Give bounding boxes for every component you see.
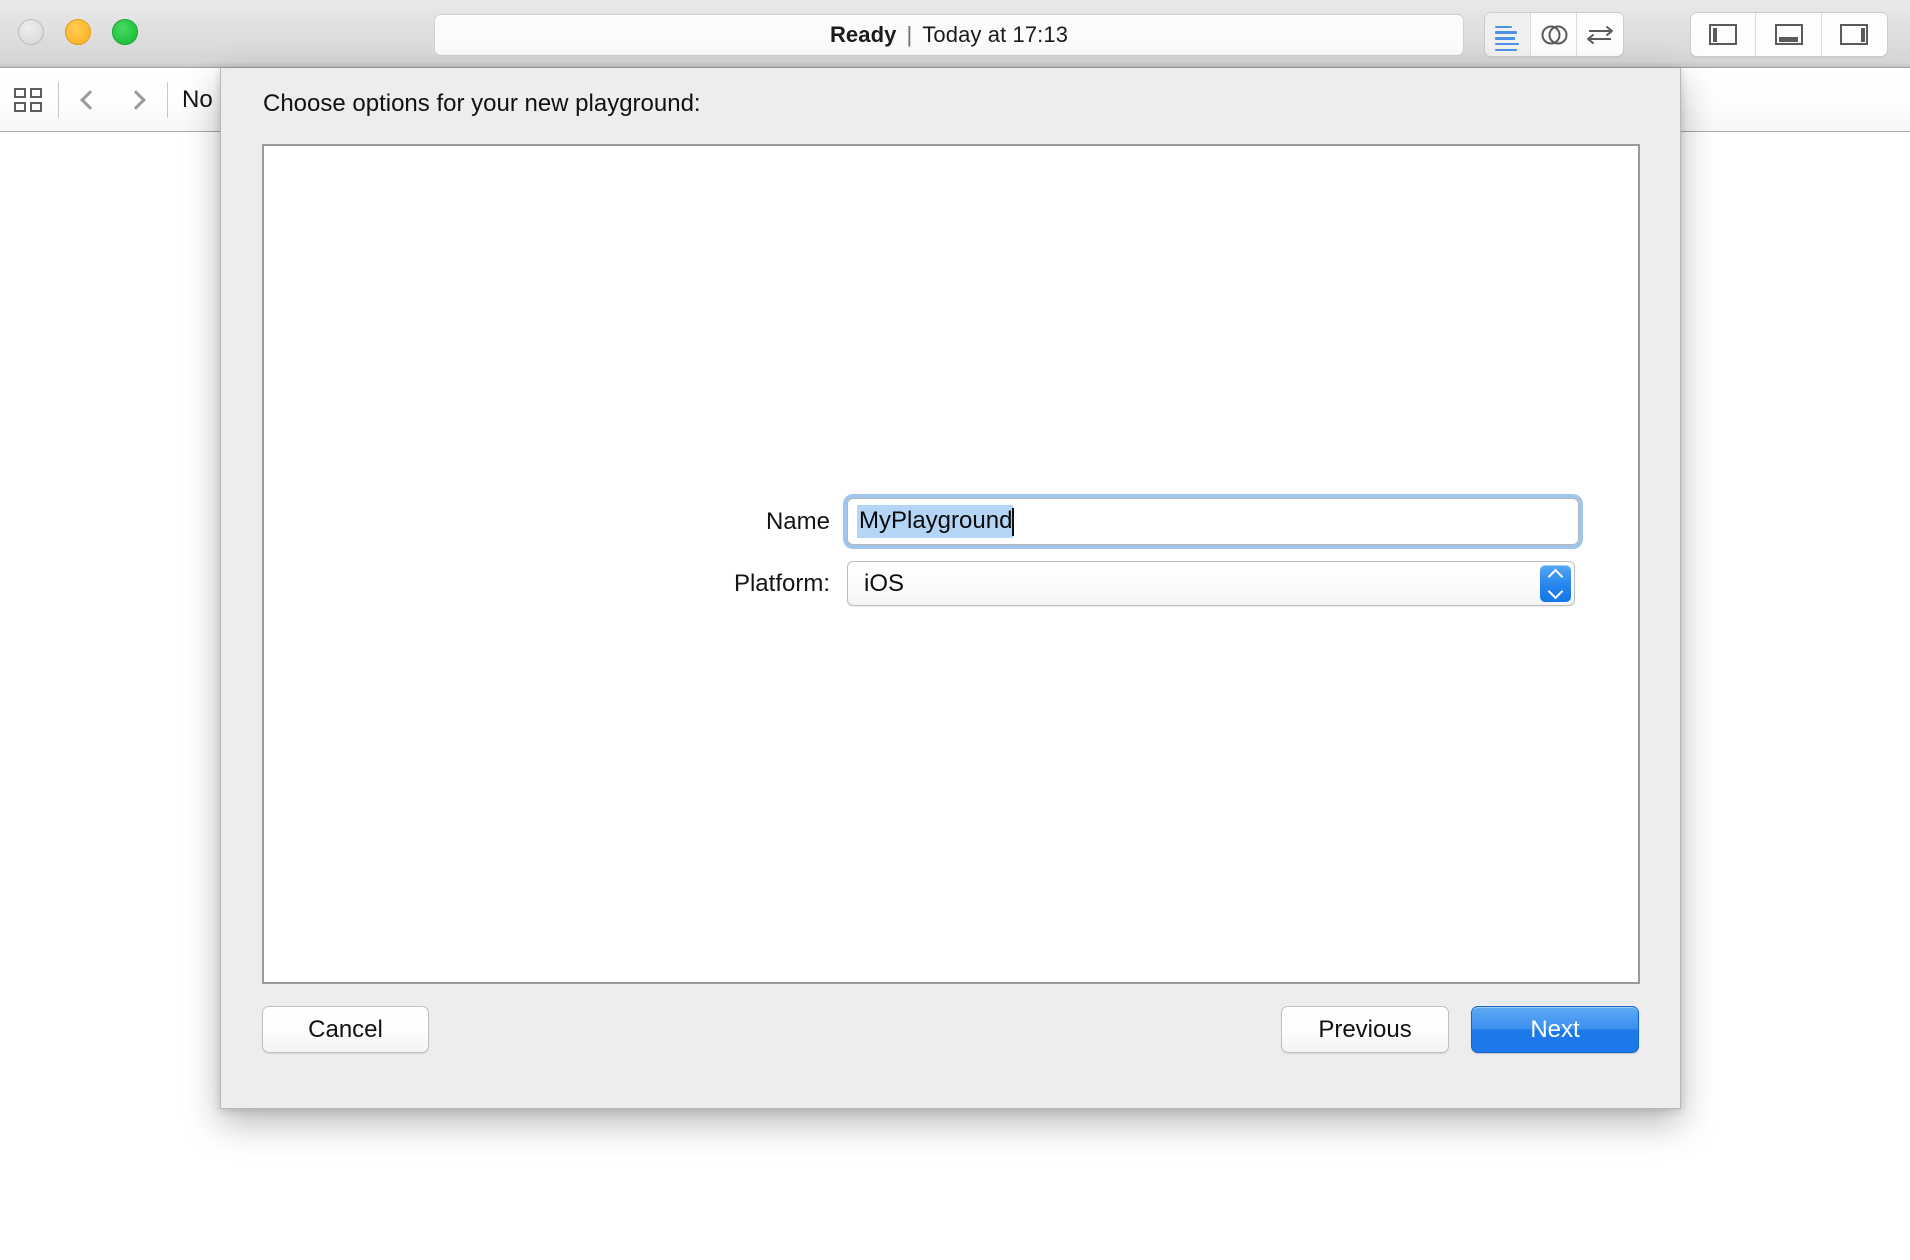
utilities-toggle-button[interactable] [1822, 13, 1887, 56]
previous-button[interactable]: Previous [1281, 1006, 1449, 1053]
status-separator: | [906, 22, 913, 47]
cancel-button[interactable]: Cancel [262, 1006, 429, 1053]
editor-mode-segmented-control [1484, 12, 1624, 57]
sheet-title: Choose options for your new playground: [263, 90, 701, 117]
version-editor-icon [1586, 25, 1613, 44]
navigator-toggle-icon [1709, 24, 1738, 45]
window-titlebar: Ready | Today at 17:13 [0, 0, 1910, 68]
navigate-forward-button[interactable] [113, 90, 159, 110]
app-window: Ready | Today at 17:13 No Choose options… [0, 0, 1910, 1260]
activity-status-view: Ready | Today at 17:13 [434, 14, 1464, 56]
sheet-content-area: Name MyPlayground Platform: iOS [262, 144, 1640, 984]
name-input[interactable]: MyPlayground [847, 498, 1579, 545]
new-playground-sheet: Choose options for your new playground: … [220, 68, 1681, 1109]
name-input-value: MyPlayground [857, 505, 1014, 538]
standard-editor-icon [1494, 25, 1521, 52]
platform-label: Platform: [733, 569, 830, 597]
chevron-updown-icon[interactable] [1540, 565, 1571, 602]
status-timestamp: Today at 17:13 [922, 22, 1069, 47]
standard-editor-button[interactable] [1485, 13, 1531, 56]
status-state: Ready [829, 22, 897, 47]
navigator-toggle-button[interactable] [1691, 13, 1757, 56]
close-window-button[interactable] [18, 19, 44, 45]
platform-row: Platform: iOS [264, 561, 1638, 606]
divider [167, 82, 168, 118]
assistant-editor-icon [1541, 25, 1567, 44]
utilities-toggle-icon [1840, 24, 1869, 45]
chevron-right-icon [126, 90, 146, 110]
platform-popup-button[interactable]: iOS [847, 561, 1575, 606]
status-text: Ready | Today at 17:13 [830, 22, 1068, 48]
panel-toggle-segmented-control [1690, 12, 1888, 57]
name-row: Name MyPlayground [264, 498, 1638, 545]
name-label: Name [765, 507, 830, 535]
options-form: Name MyPlayground Platform: iOS [264, 498, 1638, 622]
navigate-back-button[interactable] [67, 90, 113, 110]
related-items-button[interactable] [6, 88, 50, 112]
minimize-window-button[interactable] [65, 19, 91, 45]
platform-popup-value: iOS [864, 569, 905, 597]
zoom-window-button[interactable] [112, 19, 138, 45]
divider [58, 82, 59, 118]
debug-area-toggle-button[interactable] [1756, 13, 1822, 56]
assistant-editor-button[interactable] [1531, 13, 1577, 56]
related-items-icon [14, 88, 42, 112]
chevron-left-icon [80, 90, 100, 110]
debug-area-toggle-icon [1774, 24, 1803, 45]
text-caret [1012, 507, 1015, 536]
traffic-lights [18, 19, 138, 45]
next-button[interactable]: Next [1471, 1006, 1639, 1053]
version-editor-button[interactable] [1577, 13, 1623, 56]
